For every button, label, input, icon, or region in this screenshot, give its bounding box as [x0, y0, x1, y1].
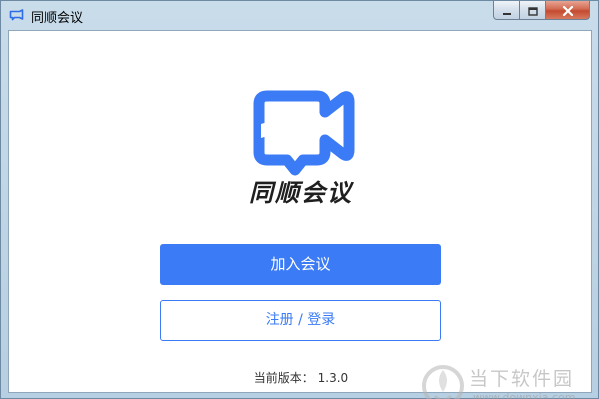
register-login-button[interactable]: 注册 / 登录 [160, 300, 441, 341]
watermark-name: 当下软件园 [469, 368, 575, 390]
app-window: 同顺会议 同顺会议 加入会议 注册 / 登录 当前版本： 1.3.0 当下软件园… [0, 0, 599, 399]
minimize-button[interactable] [493, 1, 520, 20]
maximize-button[interactable] [520, 1, 546, 20]
close-button[interactable] [546, 1, 590, 20]
version-label: 当前版本： [253, 371, 314, 385]
join-meeting-button[interactable]: 加入会议 [160, 244, 441, 285]
minimize-icon [502, 1, 512, 20]
camera-chat-icon [9, 8, 24, 22]
window-controls [493, 1, 590, 20]
watermark-url: www.downxia.com [473, 391, 576, 399]
maximize-icon [527, 1, 538, 20]
window-title: 同顺会议 [31, 11, 84, 26]
close-icon [562, 1, 574, 20]
title-bar[interactable]: 同顺会议 [1, 1, 598, 30]
brand-name: 同顺会议 [249, 179, 353, 207]
version-number: 1.3.0 [317, 371, 349, 385]
watermark-logo-icon [421, 362, 465, 399]
main-panel: 同顺会议 加入会议 注册 / 登录 当前版本： 1.3.0 当下软件园 www.… [8, 30, 592, 399]
watermark: 当下软件园 www.downxia.com [421, 362, 599, 399]
